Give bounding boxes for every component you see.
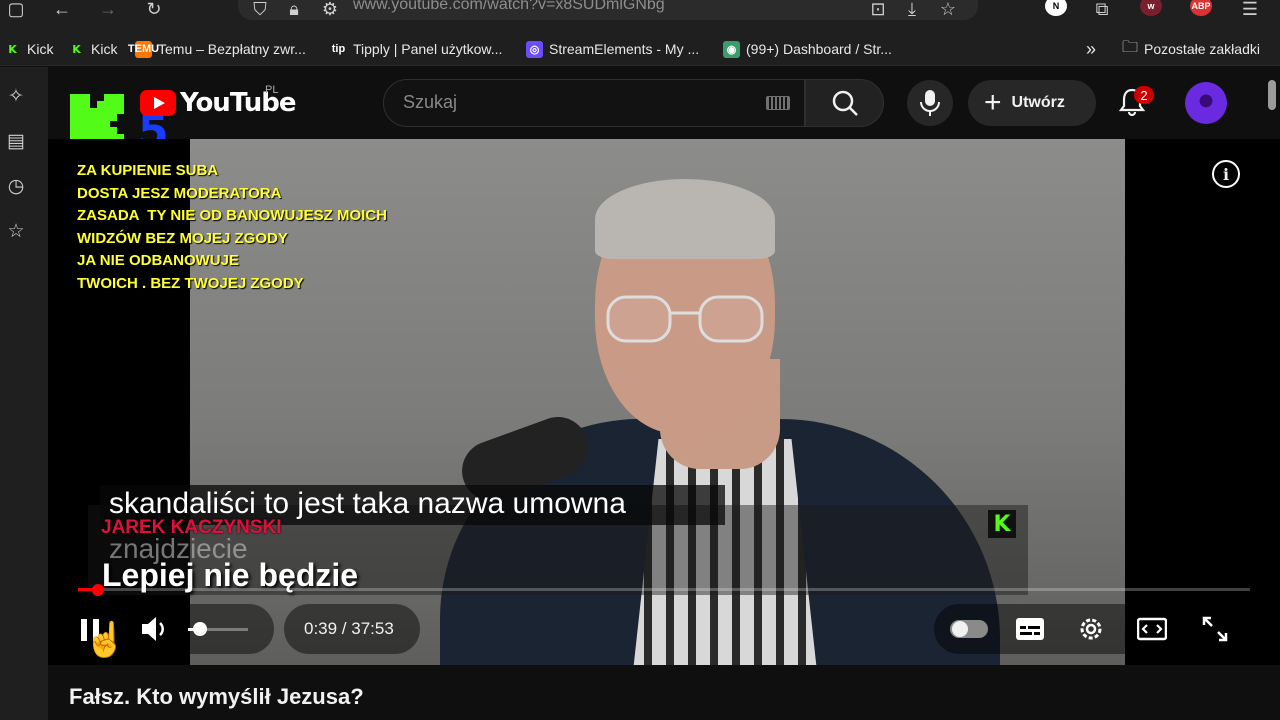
voice-search-button[interactable] bbox=[907, 80, 953, 126]
notification-count-badge: 2 bbox=[1134, 86, 1154, 104]
site-settings-icon[interactable]: ⚙ bbox=[318, 0, 342, 18]
volume-slider-knob[interactable] bbox=[193, 622, 207, 636]
autoplay-toggle[interactable] bbox=[950, 620, 988, 638]
page-scrollbar[interactable] bbox=[1268, 80, 1276, 110]
create-label: Utwórz bbox=[1011, 94, 1065, 111]
youtube-play-icon bbox=[140, 90, 176, 116]
browser-toolbar: ▢ ← → ↻ ⛉ 🔒︎ ⚙ www.youtube.com/watch?v=x… bbox=[0, 0, 1280, 32]
extensions-icon[interactable]: ⧉ bbox=[1090, 0, 1114, 18]
microphone-icon bbox=[920, 90, 940, 116]
progress-scrubber[interactable] bbox=[92, 584, 104, 596]
wallet-extension-icon[interactable]: w bbox=[1140, 0, 1162, 16]
create-button[interactable]: + Utwórz bbox=[968, 80, 1096, 126]
bookmark-dashboard[interactable]: ◉ (99+) Dashboard / Str... bbox=[723, 38, 892, 60]
url-text[interactable]: www.youtube.com/watch?v=x8SUDmlGNbg bbox=[353, 0, 665, 14]
kick-watermark-icon: K bbox=[988, 510, 1016, 538]
video-glasses bbox=[606, 295, 764, 343]
overlay-moderator-text: ZA KUPIENIE SUBA DOSTA JESZ MODERATORA Z… bbox=[77, 162, 388, 292]
adblock-plus-icon[interactable]: ABP bbox=[1190, 0, 1212, 16]
tabs-icon[interactable]: ▢ bbox=[4, 0, 28, 18]
bookmark-label: Tipply | Panel użytkow... bbox=[353, 41, 503, 57]
bookmark-temu[interactable]: TEMU Temu – Bezpłatny zwr... bbox=[128, 38, 306, 60]
download-icon[interactable]: ⤓ bbox=[900, 0, 924, 18]
other-bookmarks-folder[interactable]: 🗀︎ Pozostałe zakładki bbox=[1122, 38, 1260, 60]
reload-icon[interactable]: ↻ bbox=[142, 0, 166, 18]
bookmark-tipply[interactable]: tip Tipply | Panel użytkow... bbox=[330, 38, 503, 60]
bookmark-label: Kick bbox=[27, 41, 54, 57]
other-bookmarks-label: Pozostałe zakładki bbox=[1144, 41, 1260, 57]
more-bookmarks-icon[interactable]: » bbox=[1086, 38, 1096, 60]
time-display: 0:39 / 37:53 bbox=[304, 619, 394, 638]
forward-icon[interactable]: → bbox=[96, 0, 120, 18]
folder-icon: 🗀︎ bbox=[1122, 38, 1139, 56]
theater-mode-icon[interactable] bbox=[1137, 614, 1167, 644]
search-placeholder: Szukaj bbox=[403, 92, 458, 112]
install-app-icon[interactable]: ⊡ bbox=[866, 0, 890, 18]
fullscreen-icon[interactable] bbox=[1200, 614, 1230, 644]
keyboard-icon[interactable] bbox=[766, 96, 790, 110]
search-icon bbox=[832, 90, 858, 116]
back-icon[interactable]: ← bbox=[50, 0, 74, 18]
tipply-icon: tip bbox=[331, 43, 346, 55]
discord-icon: ◉ bbox=[723, 40, 740, 58]
shield-icon[interactable]: ⛉ bbox=[248, 0, 272, 18]
subtitles-icon[interactable] bbox=[1015, 614, 1045, 644]
bookmarks-bar: K Kick K Kick TEMU Temu – Bezpłatny zwr.… bbox=[0, 32, 1280, 66]
settings-gear-icon[interactable] bbox=[1076, 614, 1106, 644]
temu-icon: TEMU bbox=[128, 40, 159, 58]
subtitle-line: skandaliści to jest taka nazwa umowna bbox=[109, 487, 626, 520]
cursor-hand-icon: ☝ bbox=[84, 621, 127, 659]
video-title: Fałsz. Kto wymyślił Jezusa? bbox=[69, 684, 364, 709]
favorites-icon[interactable]: ☆ bbox=[4, 219, 28, 243]
streamelements-icon: ◎ bbox=[526, 40, 543, 58]
sparkle-icon[interactable]: ✧ bbox=[4, 84, 28, 108]
bookmark-kick-2[interactable]: K Kick bbox=[68, 38, 117, 60]
bookmark-label: (99+) Dashboard / Str... bbox=[746, 41, 892, 57]
reading-list-icon[interactable]: ▤ bbox=[4, 129, 28, 153]
kick-icon: K bbox=[72, 42, 81, 56]
n-extension-icon[interactable]: N bbox=[1045, 0, 1067, 16]
bookmark-streamelements[interactable]: ◎ StreamElements - My ... bbox=[526, 38, 699, 60]
menu-icon[interactable]: ☰ bbox=[1238, 0, 1262, 18]
speaker-name-tag: JAREK KACZYNSKI bbox=[101, 517, 282, 538]
bookmark-label: StreamElements - My ... bbox=[549, 41, 700, 57]
plus-icon: + bbox=[984, 86, 1002, 119]
bookmark-label: Kick bbox=[91, 41, 118, 57]
country-code: PL bbox=[265, 84, 279, 96]
info-icon[interactable]: i bbox=[1212, 160, 1240, 188]
bookmark-kick-1[interactable]: K Kick bbox=[4, 38, 53, 60]
bookmark-label: Temu – Bezpłatny zwr... bbox=[158, 41, 306, 57]
video-person-hair bbox=[595, 179, 775, 259]
avatar[interactable] bbox=[1185, 82, 1227, 124]
star-icon[interactable]: ☆ bbox=[936, 0, 960, 18]
kick-icon: K bbox=[8, 42, 17, 56]
search-button[interactable] bbox=[805, 79, 884, 127]
volume-icon[interactable] bbox=[140, 614, 168, 644]
browser-sidebar: ✧ ▤ ◷ ☆ bbox=[0, 67, 48, 720]
lock-icon[interactable]: 🔒︎ bbox=[282, 0, 306, 18]
progress-bar[interactable] bbox=[78, 588, 1250, 591]
history-icon[interactable]: ◷ bbox=[4, 174, 28, 198]
